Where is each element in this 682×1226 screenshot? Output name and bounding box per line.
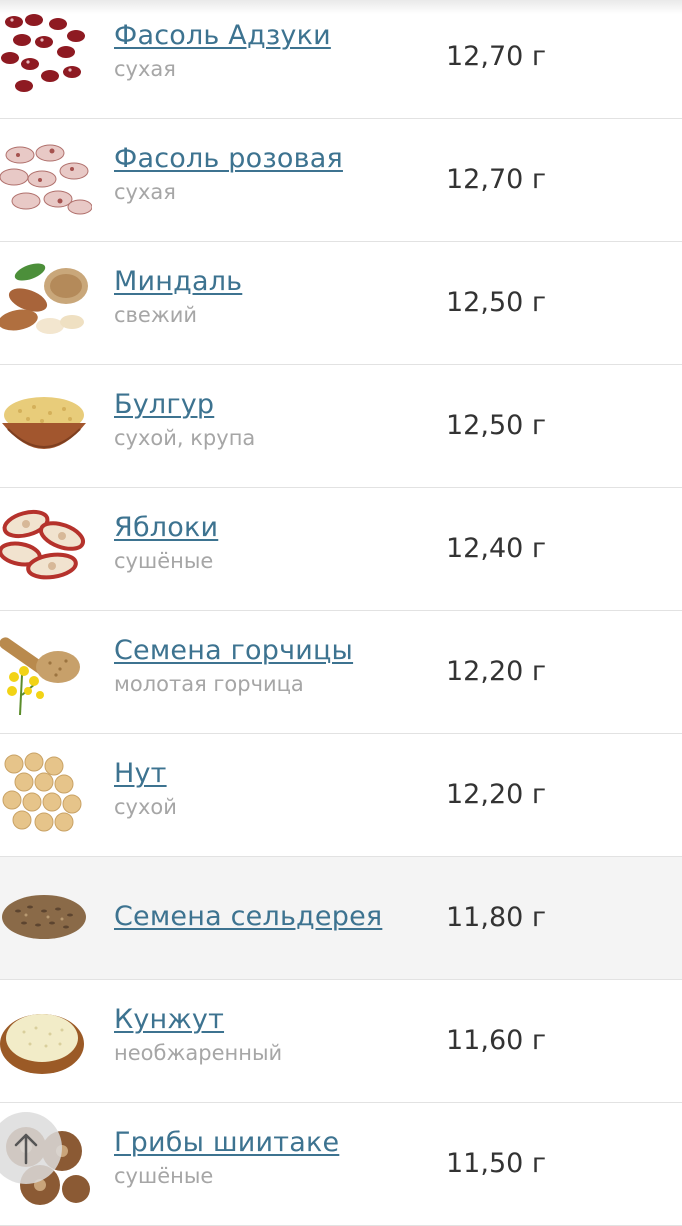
top-shadow: [0, 0, 682, 14]
list-item[interactable]: Булгур сухой, крупа 12,50 г: [0, 365, 682, 488]
item-value: 11,50 г: [446, 1148, 547, 1179]
item-text: Семена сельдерея: [114, 901, 382, 932]
list-item[interactable]: Грибы шиитаке сушёные 11,50 г: [0, 1103, 682, 1226]
item-subtitle: молотая горчица: [114, 672, 304, 696]
item-text: Яблоки сушёные: [114, 512, 218, 573]
list-item[interactable]: Кунжут необжаренный 11,60 г: [0, 980, 682, 1103]
list-item[interactable]: Миндаль свежий 12,50 г: [0, 242, 682, 365]
sesame-image: [0, 994, 92, 1088]
item-name-link[interactable]: Миндаль: [114, 266, 242, 297]
item-name-link[interactable]: Булгур: [114, 389, 255, 420]
item-name-link[interactable]: Фасоль Адзуки: [114, 20, 331, 51]
adzuki-beans-image: [0, 10, 92, 104]
item-value: 11,80 г: [446, 902, 547, 933]
item-value: 11,60 г: [446, 1025, 547, 1056]
item-text: Нут сухой: [114, 758, 177, 819]
item-subtitle: сухая: [114, 180, 176, 204]
item-text: Булгур сухой, крупа: [114, 389, 255, 450]
list-item[interactable]: Нут сухой 12,20 г: [0, 734, 682, 857]
chickpeas-image: [0, 748, 92, 842]
item-text: Миндаль свежий: [114, 266, 242, 327]
bulgur-image: [0, 379, 92, 473]
item-value: 12,70 г: [446, 41, 547, 72]
list-item[interactable]: Семена сельдерея 11,80 г: [0, 857, 682, 980]
item-value: 12,50 г: [446, 410, 547, 441]
item-subtitle: необжаренный: [114, 1041, 283, 1065]
item-subtitle: сухая: [114, 57, 176, 81]
item-value: 12,20 г: [446, 779, 547, 810]
item-subtitle: сухой, крупа: [114, 426, 256, 450]
item-subtitle: сухой: [114, 795, 177, 819]
item-value: 12,70 г: [446, 164, 547, 195]
item-text: Кунжут необжаренный: [114, 1004, 282, 1065]
item-text: Фасоль розовая сухая: [114, 143, 343, 204]
celery-seeds-image: [0, 871, 92, 965]
item-subtitle: сушёные: [114, 549, 214, 573]
pink-beans-image: [0, 133, 92, 227]
item-name-link[interactable]: Яблоки: [114, 512, 218, 543]
dried-apples-image: [0, 502, 92, 596]
list-item[interactable]: Фасоль розовая сухая 12,70 г: [0, 119, 682, 242]
list-item[interactable]: Семена горчицы молотая горчица 12,20 г: [0, 611, 682, 734]
item-name-link[interactable]: Нут: [114, 758, 177, 789]
item-value: 12,40 г: [446, 533, 547, 564]
item-name-link[interactable]: Кунжут: [114, 1004, 282, 1035]
almond-image: [0, 256, 92, 350]
mustard-seeds-image: [0, 625, 92, 719]
item-text: Грибы шиитаке сушёные: [114, 1127, 339, 1188]
nutrient-list: Фасоль Адзуки сухая 12,70 г Фасоль розов…: [0, 0, 682, 1226]
item-value: 12,50 г: [446, 287, 547, 318]
item-name-link[interactable]: Семена горчицы: [114, 635, 353, 666]
item-value: 12,20 г: [446, 656, 547, 687]
item-name-link[interactable]: Фасоль розовая: [114, 143, 343, 174]
item-subtitle: сушёные: [114, 1164, 214, 1188]
list-item[interactable]: Фасоль Адзуки сухая 12,70 г: [0, 0, 682, 119]
item-name-link[interactable]: Семена сельдерея: [114, 901, 382, 932]
arrow-up-icon: [14, 1133, 38, 1165]
item-name-link[interactable]: Грибы шиитаке: [114, 1127, 339, 1158]
item-text: Фасоль Адзуки сухая: [114, 20, 331, 81]
item-subtitle: свежий: [114, 303, 198, 327]
item-text: Семена горчицы молотая горчица: [114, 635, 353, 696]
list-item[interactable]: Яблоки сушёные 12,40 г: [0, 488, 682, 611]
